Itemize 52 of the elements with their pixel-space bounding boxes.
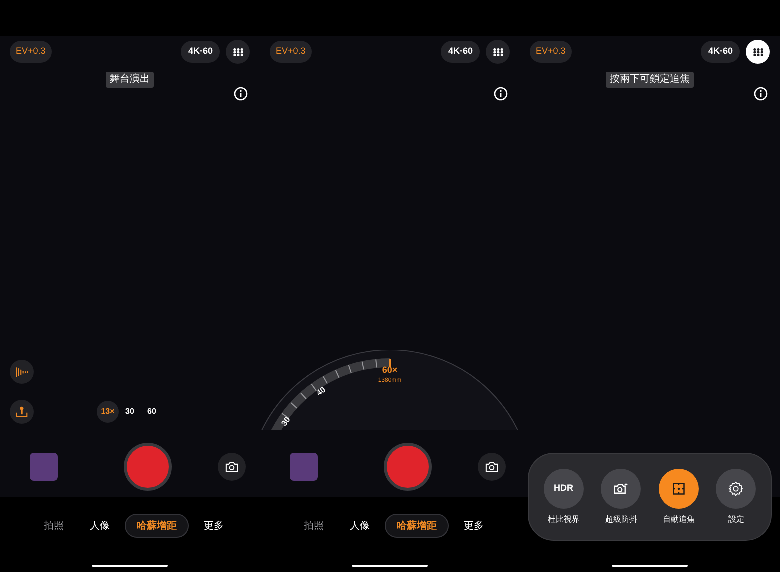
mode-tab[interactable]: 哈蘇增距 xyxy=(125,514,189,538)
gallery-thumbnail[interactable] xyxy=(290,453,318,481)
menu-button[interactable] xyxy=(226,40,250,64)
gallery-thumbnail[interactable] xyxy=(30,453,58,481)
quick-setting-label: 超級防抖 xyxy=(605,514,638,526)
exposure-button[interactable]: EV+0.3 xyxy=(530,41,572,63)
camera-sparkle-icon xyxy=(613,482,630,496)
dot-grid-icon xyxy=(752,48,764,56)
mode-tab[interactable]: 更多 xyxy=(193,514,235,538)
resolution-button[interactable]: 4K·60 xyxy=(701,41,740,63)
mode-tab[interactable]: 哈蘇增距 xyxy=(385,514,449,538)
zoom-option[interactable]: 13× xyxy=(97,401,119,423)
zoom-scale-label: 40 xyxy=(314,384,328,400)
quick-setting-label: 杜比視界 xyxy=(548,514,580,526)
resolution-button[interactable]: 4K·60 xyxy=(181,41,220,63)
zoom-readout: 60× xyxy=(381,364,399,377)
mode-tab[interactable]: 更多 xyxy=(453,514,495,538)
quick-setting-label: 自動追焦 xyxy=(662,514,695,526)
dot-grid-icon xyxy=(492,48,504,56)
mode-tab[interactable]: 拍照 xyxy=(293,514,335,538)
quick-setting-button[interactable] xyxy=(601,468,642,508)
mode-tab[interactable]: 拍照 xyxy=(33,514,75,538)
quick-setting-button[interactable] xyxy=(716,468,756,508)
mode-tab[interactable]: 人像 xyxy=(339,514,381,538)
tooltip: 按兩下可鎖定追焦 xyxy=(606,72,694,88)
camera-icon xyxy=(485,461,499,473)
zoom-option[interactable]: 30 xyxy=(119,401,141,423)
menu-button[interactable] xyxy=(746,40,770,64)
quick-setting-button[interactable] xyxy=(658,468,699,508)
exposure-button[interactable]: EV+0.3 xyxy=(270,41,312,63)
record-button[interactable] xyxy=(384,443,432,491)
camera-icon xyxy=(225,461,239,473)
quick-setting-button[interactable]: HDR xyxy=(544,468,584,508)
focus-frame-icon xyxy=(672,482,686,496)
dot-grid-icon xyxy=(232,48,244,56)
info-icon[interactable] xyxy=(494,87,508,101)
settings-icon xyxy=(728,480,744,496)
audio-wave-icon[interactable] xyxy=(10,360,34,384)
stage-microphone-icon[interactable] xyxy=(10,400,34,424)
quick-setting-label: 設定 xyxy=(728,514,744,526)
camera-switch-button[interactable] xyxy=(218,453,246,481)
info-icon[interactable] xyxy=(754,87,768,101)
zoom-option[interactable]: 60 xyxy=(141,401,163,423)
resolution-button[interactable]: 4K·60 xyxy=(441,41,480,63)
zoom-scale-label: 30 xyxy=(278,414,294,430)
info-icon[interactable] xyxy=(234,87,248,101)
menu-button[interactable] xyxy=(486,40,510,64)
tooltip: 舞台演出 xyxy=(106,72,154,88)
mode-tab[interactable]: 人像 xyxy=(79,514,121,538)
camera-switch-button[interactable] xyxy=(478,453,506,481)
exposure-button[interactable]: EV+0.3 xyxy=(10,41,52,63)
record-button[interactable] xyxy=(124,443,172,491)
